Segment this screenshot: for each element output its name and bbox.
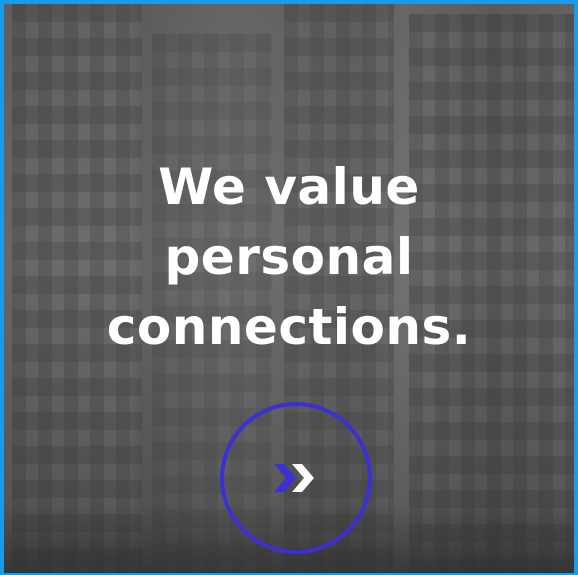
- double-chevron-right-icon: [274, 464, 314, 492]
- headline-line-3: connections.: [106, 298, 472, 356]
- hero-panel: We value personal connections.: [0, 0, 578, 575]
- hero-headline: We value personal connections.: [4, 152, 574, 362]
- headline-line-1: We value: [158, 158, 420, 216]
- next-button[interactable]: [220, 402, 372, 554]
- headline-line-2: personal: [164, 228, 414, 286]
